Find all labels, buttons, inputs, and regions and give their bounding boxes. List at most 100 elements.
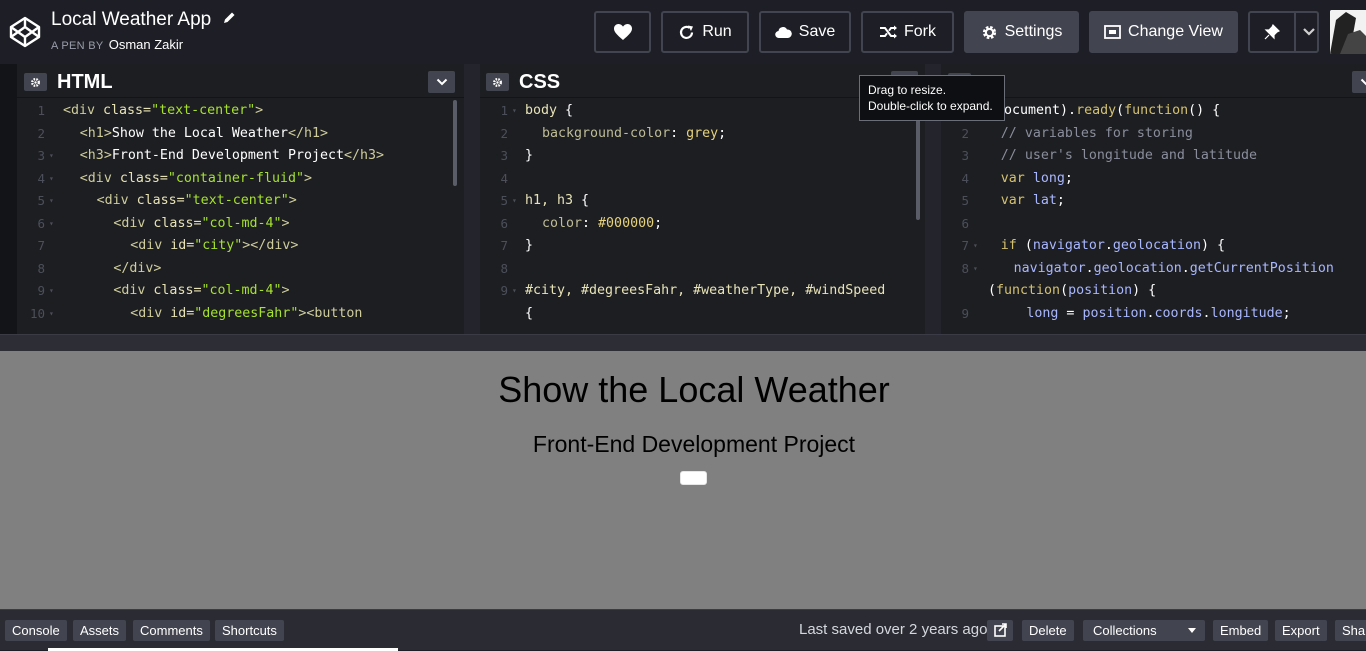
code-line[interactable]: (function(position) { <box>941 280 1366 302</box>
code-line[interactable]: 7<div id="city"></div> <box>17 235 464 257</box>
code-token: class= <box>153 283 201 298</box>
fold-arrow-icon[interactable]: ▾ <box>49 145 54 167</box>
line-number: 6 <box>480 213 508 235</box>
css-pane-title: CSS <box>519 71 560 94</box>
code-line[interactable]: 6▾<div class="col-md-4"> <box>17 213 464 235</box>
delete-button[interactable]: Delete <box>1022 620 1074 641</box>
code-line[interactable]: 7} <box>480 235 925 257</box>
code-token: </h3> <box>344 148 384 163</box>
open-external-button[interactable] <box>987 620 1013 641</box>
html-settings-button[interactable] <box>24 73 47 91</box>
css-code-editor[interactable]: 1▾body {2background-color: grey;3}45▾h1,… <box>480 100 925 334</box>
settings-button[interactable]: Settings <box>964 11 1079 53</box>
fold-arrow-icon[interactable]: ▾ <box>49 213 54 235</box>
fold-arrow-icon[interactable]: ▾ <box>49 190 54 212</box>
code-line[interactable]: 2background-color: grey; <box>480 123 925 145</box>
pencil-icon[interactable] <box>222 11 236 25</box>
fork-button[interactable]: Fork <box>861 11 954 53</box>
code-line[interactable]: 5▾<div class="text-center"> <box>17 190 464 212</box>
code-line[interactable]: 8▾navigator.geolocation.getCurrentPositi… <box>941 258 1366 280</box>
fork-label: Fork <box>904 23 936 41</box>
run-button[interactable]: Run <box>661 11 749 53</box>
code-line[interactable]: 9▾<div class="col-md-4"> <box>17 280 464 302</box>
code-token: ) { <box>1201 238 1225 253</box>
code-token: ( <box>1060 283 1068 298</box>
code-token: "degreesFahr" <box>194 306 298 321</box>
chevron-down-icon <box>1360 78 1366 86</box>
code-line[interactable]: 10▾<div id="degreesFahr"><button <box>17 303 464 325</box>
fold-arrow-icon[interactable]: ▾ <box>973 235 978 257</box>
code-line[interactable]: 2// variables for storing <box>941 123 1366 145</box>
fold-arrow-icon[interactable]: ▾ <box>512 100 517 122</box>
console-button[interactable]: Console <box>5 620 67 641</box>
code-line[interactable]: 4 <box>480 168 925 190</box>
code-line[interactable]: 5▾h1, h3 { <box>480 190 925 212</box>
html-code-editor[interactable]: 1<div class="text-center">2<h1>Show the … <box>17 100 464 334</box>
fold-arrow-icon[interactable]: ▾ <box>49 280 54 302</box>
pin-button[interactable] <box>1248 11 1319 53</box>
code-line[interactable]: 7▾if (navigator.geolocation) { <box>941 235 1366 257</box>
user-avatar[interactable] <box>1330 10 1366 54</box>
save-button[interactable]: Save <box>759 11 851 53</box>
code-token: id= <box>170 306 194 321</box>
assets-button[interactable]: Assets <box>73 620 126 641</box>
fold-arrow-icon[interactable]: ▾ <box>512 190 517 212</box>
html-scrollbar[interactable] <box>453 100 457 186</box>
pin-icon <box>1264 24 1280 40</box>
shortcuts-button[interactable]: Shortcuts <box>215 620 284 641</box>
code-text: </div> <box>113 258 161 280</box>
comments-button[interactable]: Comments <box>133 620 210 641</box>
code-line[interactable]: 9long = position.coords.longitude; <box>941 303 1366 325</box>
line-number: 3 <box>480 145 508 167</box>
code-line[interactable]: 6color: #000000; <box>480 213 925 235</box>
heart-button[interactable] <box>594 11 651 53</box>
js-pane-menu-button[interactable] <box>1352 71 1366 93</box>
code-line[interactable]: 4▾<div class="container-fluid"> <box>17 168 464 190</box>
js-code-editor[interactable]: (document).ready(function() {2// variabl… <box>941 100 1366 334</box>
code-line[interactable]: 2<h1>Show the Local Weather</h1> <box>17 123 464 145</box>
code-token: // variables for storing <box>1001 126 1193 141</box>
export-button[interactable]: Export <box>1275 620 1327 641</box>
code-token: ><button <box>298 306 362 321</box>
preview-button[interactable] <box>680 471 707 485</box>
code-line[interactable]: 3} <box>480 145 925 167</box>
preview-resizer[interactable] <box>0 334 1366 351</box>
chevron-down-icon[interactable] <box>1302 27 1316 37</box>
code-line[interactable]: { <box>480 303 925 325</box>
code-token: class= <box>137 193 185 208</box>
code-token: navigator <box>1033 238 1105 253</box>
code-line[interactable]: 5var lat; <box>941 190 1366 212</box>
code-token: <h3> <box>80 148 112 163</box>
pen-title[interactable]: Local Weather App <box>51 9 211 31</box>
code-line[interactable]: 8 <box>480 258 925 280</box>
fold-arrow-icon[interactable]: ▾ <box>512 280 517 302</box>
code-token: ; <box>1283 306 1291 321</box>
embed-button[interactable]: Embed <box>1213 620 1268 641</box>
code-token: . <box>1182 261 1190 276</box>
code-line[interactable]: 3▾<h3>Front-End Development Project</h3> <box>17 145 464 167</box>
css-settings-button[interactable] <box>486 73 509 91</box>
code-token: = <box>1066 306 1082 321</box>
share-button[interactable]: Shar <box>1335 620 1366 641</box>
code-line[interactable]: 8</div> <box>17 258 464 280</box>
code-line[interactable]: 6 <box>941 213 1366 235</box>
code-text: // variables for storing <box>1001 123 1193 145</box>
code-line[interactable]: 3// user's longitude and latitude <box>941 145 1366 167</box>
code-text: } <box>525 235 533 257</box>
change-view-button[interactable]: Change View <box>1089 11 1238 53</box>
line-number: 3 <box>17 145 45 167</box>
code-line[interactable]: 4var long; <box>941 168 1366 190</box>
code-token: ; <box>1057 193 1065 208</box>
code-token: class= <box>153 216 201 231</box>
codepen-logo-icon[interactable] <box>8 15 42 49</box>
code-line[interactable]: 1<div class="text-center"> <box>17 100 464 122</box>
code-line[interactable]: 9▾#city, #degreesFahr, #weatherType, #wi… <box>480 280 925 302</box>
fold-arrow-icon[interactable]: ▾ <box>49 303 54 325</box>
fold-arrow-icon[interactable]: ▾ <box>973 258 978 280</box>
collections-dropdown[interactable]: Collections <box>1083 620 1205 641</box>
author-link[interactable]: Osman Zakir <box>109 37 183 52</box>
pane-resizer[interactable] <box>464 64 480 334</box>
html-pane-menu-button[interactable] <box>428 71 455 93</box>
code-text: navigator.geolocation.getCurrentPosition <box>1014 258 1334 280</box>
fold-arrow-icon[interactable]: ▾ <box>49 168 54 190</box>
